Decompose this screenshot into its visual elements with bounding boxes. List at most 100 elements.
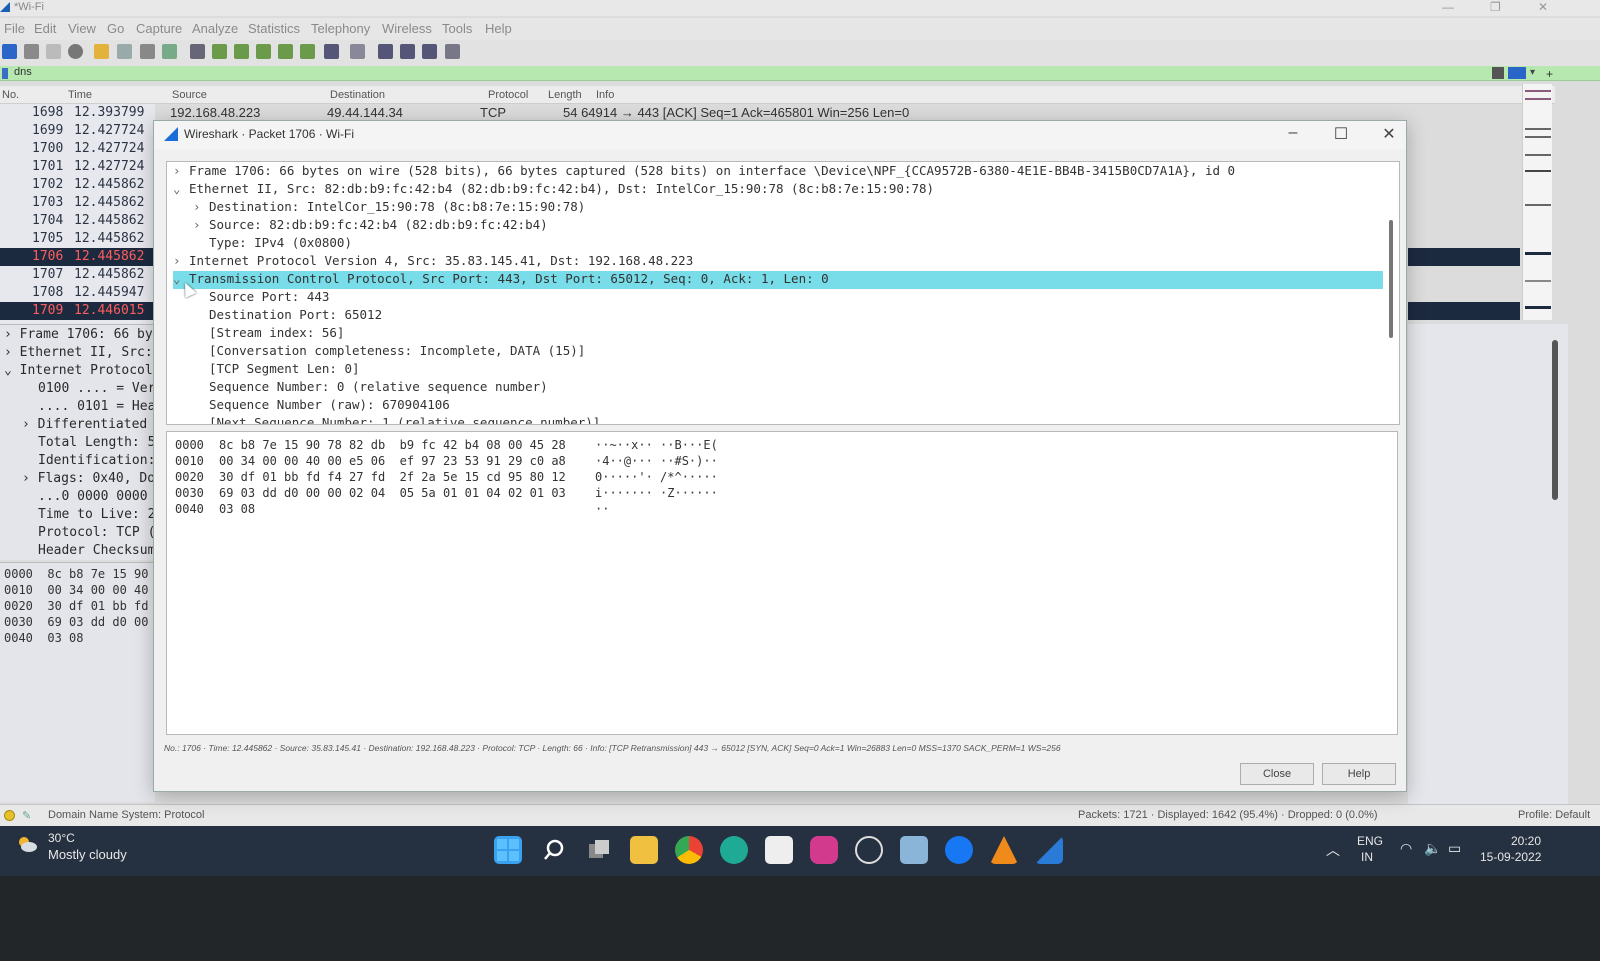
- reload-file-icon[interactable]: [162, 44, 177, 59]
- col-protocol[interactable]: Protocol: [488, 89, 528, 101]
- capture-options-icon[interactable]: [68, 44, 83, 59]
- col-no[interactable]: No.: [2, 89, 19, 101]
- language-region[interactable]: IN: [1361, 850, 1373, 864]
- first-packet-icon[interactable]: [278, 44, 293, 59]
- minimize-icon[interactable]: –: [1278, 124, 1308, 142]
- tree-item-eth-destination[interactable]: › Destination: IntelCor_15:90:78 (8c:b8:7…: [193, 199, 585, 217]
- file-explorer-icon[interactable]: [630, 836, 658, 864]
- stop-capture-icon[interactable]: [24, 44, 39, 59]
- detail-item[interactable]: Header Checksum:: [38, 543, 163, 558]
- detail-item[interactable]: › Frame 1706: 66 byte: [4, 327, 168, 342]
- go-back-icon[interactable]: [212, 44, 227, 59]
- menu-file[interactable]: File: [4, 21, 25, 36]
- tree-item-destination-port[interactable]: Destination Port: 65012: [193, 307, 382, 325]
- menu-help[interactable]: Help: [485, 21, 512, 36]
- tree-item-eth-type[interactable]: Type: IPv4 (0x0800): [193, 235, 352, 253]
- tree-item-seq-raw[interactable]: Sequence Number (raw): 670904106: [193, 397, 450, 415]
- detail-item[interactable]: › Ethernet II, Src: 8: [4, 345, 168, 360]
- packet-row-marked[interactable]: 1709 12.446015: [0, 302, 155, 320]
- open-file-icon[interactable]: [94, 44, 109, 59]
- tree-item-ethernet[interactable]: ⌄ Ethernet II, Src: 82:db:b9:fc:42:b4 (82…: [173, 181, 934, 199]
- packet-row[interactable]: 1698 12.393799: [0, 104, 155, 122]
- bookmark-icon[interactable]: [2, 68, 8, 79]
- tree-item-conversation[interactable]: [Conversation completeness: Incomplete, …: [193, 343, 585, 361]
- resize-columns-icon[interactable]: [445, 44, 460, 59]
- detail-item[interactable]: Identification:: [38, 453, 155, 468]
- hex-bytes[interactable]: 8c b8 7e 15 90 78 82 db b9 fc 42 b4 08 0…: [219, 438, 566, 452]
- tree-item-ipv4[interactable]: › Internet Protocol Version 4, Src: 35.83…: [173, 253, 693, 271]
- packet-row[interactable]: 1701 12.427724: [0, 158, 155, 176]
- start-capture-icon[interactable]: [2, 44, 17, 59]
- detail-item[interactable]: Total Length: 52: [38, 435, 163, 450]
- hex-bytes[interactable]: 00 34 00 00 40 00 e5 06 ef 97 23 53 91 2…: [219, 454, 566, 468]
- zoom-normal-icon[interactable]: [422, 44, 437, 59]
- chrome-icon[interactable]: [675, 836, 703, 864]
- menu-capture[interactable]: Capture: [136, 21, 182, 36]
- edge-icon[interactable]: [720, 836, 748, 864]
- detail-item[interactable]: ...0 0000 0000 0: [38, 489, 163, 504]
- hex-bytes[interactable]: 30 df 01 bb fd f4 27 fd 2f 2a 5e 15 cd 9…: [219, 470, 566, 484]
- packet-minimap[interactable]: [1522, 84, 1552, 320]
- edit-comment-icon[interactable]: ✎: [22, 809, 31, 822]
- facebook-icon[interactable]: [945, 836, 973, 864]
- wireshark-taskbar-icon[interactable]: [1035, 836, 1063, 864]
- apply-filter-icon[interactable]: [1508, 67, 1526, 79]
- detail-item[interactable]: Protocol: TCP (6: [38, 525, 163, 540]
- packet-row-selected[interactable]: 1706 12.445862: [0, 248, 155, 266]
- menu-view[interactable]: View: [68, 21, 96, 36]
- close-icon[interactable]: ✕: [1374, 124, 1404, 144]
- col-time[interactable]: Time: [68, 89, 92, 101]
- display-filter-input[interactable]: dns: [14, 66, 32, 78]
- menu-go[interactable]: Go: [107, 21, 124, 36]
- close-file-icon[interactable]: [140, 44, 155, 59]
- packet-row[interactable]: 1699 12.427724: [0, 122, 155, 140]
- packet-row[interactable]: 1707 12.445862: [0, 266, 155, 284]
- col-source[interactable]: Source: [172, 89, 207, 101]
- packet-row[interactable]: 1703 12.445862: [0, 194, 155, 212]
- menu-edit[interactable]: Edit: [34, 21, 56, 36]
- cloudy-weather-icon[interactable]: [16, 834, 38, 854]
- packet-row[interactable]: 1704 12.445862: [0, 212, 155, 230]
- colorize-icon[interactable]: [350, 44, 365, 59]
- instagram-icon[interactable]: [810, 836, 838, 864]
- clock-date[interactable]: 15-09-2022: [1480, 850, 1541, 864]
- find-packet-icon[interactable]: [190, 44, 205, 59]
- zoom-out-icon[interactable]: [400, 44, 415, 59]
- menu-tools[interactable]: Tools: [442, 21, 472, 36]
- detail-item[interactable]: 0100 .... = Vers: [38, 381, 163, 396]
- zoom-in-icon[interactable]: [378, 44, 393, 59]
- hex-ascii[interactable]: i······· ·Z······: [595, 486, 718, 500]
- close-icon[interactable]: ✕: [1538, 0, 1548, 14]
- col-destination[interactable]: Destination: [330, 89, 385, 101]
- hex-bytes[interactable]: 03 08: [219, 502, 255, 516]
- hex-bytes[interactable]: 69 03 dd d0 00 00 02 04 05 5a 01 01 04 0…: [219, 486, 566, 500]
- task-view-icon[interactable]: [585, 836, 613, 864]
- hex-ascii[interactable]: 0·····'· /*^·····: [595, 470, 718, 484]
- details-scrollbar[interactable]: [1552, 340, 1558, 500]
- packet-row[interactable]: 1708 12.445947: [0, 284, 155, 302]
- tray-overflow-icon[interactable]: ︿: [1326, 840, 1340, 860]
- go-forward-icon[interactable]: [234, 44, 249, 59]
- packet-row[interactable]: 1705 12.445862: [0, 230, 155, 248]
- packet-row[interactable]: 1702 12.445862: [0, 176, 155, 194]
- detail-item[interactable]: Time to Live: 22: [38, 507, 163, 522]
- go-to-packet-icon[interactable]: [256, 44, 271, 59]
- autoscroll-icon[interactable]: [324, 44, 339, 59]
- weather-description[interactable]: Mostly cloudy: [48, 847, 127, 862]
- detail-item[interactable]: › Differentiated S: [22, 417, 163, 432]
- tree-item-stream-index[interactable]: [Stream index: 56]: [193, 325, 344, 343]
- tree-item-next-seq[interactable]: [Next Sequence Number: 1 (relative seque…: [193, 415, 600, 424]
- tree-item-tcp-selected[interactable]: ⌄ Transmission Control Protocol, Src Port…: [173, 271, 1383, 289]
- save-file-icon[interactable]: [117, 44, 132, 59]
- tree-scrollbar[interactable]: [1389, 220, 1393, 338]
- menu-analyze[interactable]: Analyze: [192, 21, 238, 36]
- menu-wireless[interactable]: Wireless: [382, 21, 432, 36]
- language-code[interactable]: ENG: [1357, 834, 1383, 848]
- detail-item[interactable]: ⌄ Internet Protocol V: [4, 363, 168, 378]
- tree-item-seq-number[interactable]: Sequence Number: 0 (relative sequence nu…: [193, 379, 548, 397]
- close-button[interactable]: Close: [1240, 763, 1314, 785]
- menu-statistics[interactable]: Statistics: [248, 21, 300, 36]
- tree-item-source-port[interactable]: Source Port: 443: [193, 289, 329, 307]
- restart-capture-icon[interactable]: [46, 44, 61, 59]
- start-icon[interactable]: [494, 836, 522, 864]
